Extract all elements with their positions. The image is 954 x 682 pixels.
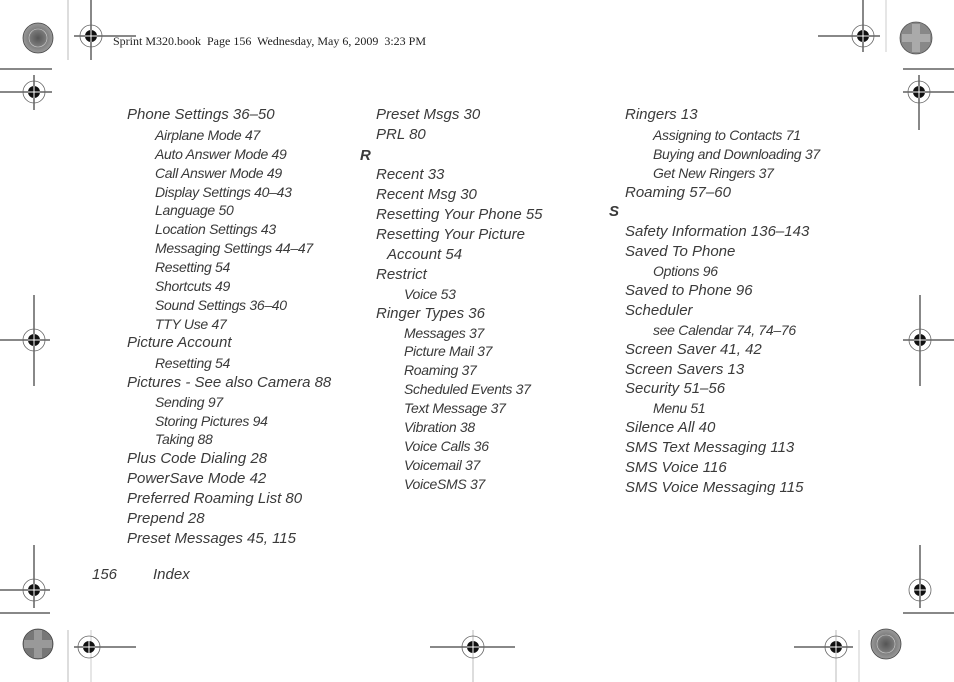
printer-marks xyxy=(0,0,954,682)
cross-mark-bottom-left xyxy=(22,628,54,660)
starburst-mark-bottom-right xyxy=(870,628,902,660)
index-page: Sprint M320.book Page 156 Wednesday, May… xyxy=(0,0,954,682)
cross-mark-top-right xyxy=(899,21,933,55)
starburst-mark-top-left xyxy=(22,22,54,54)
